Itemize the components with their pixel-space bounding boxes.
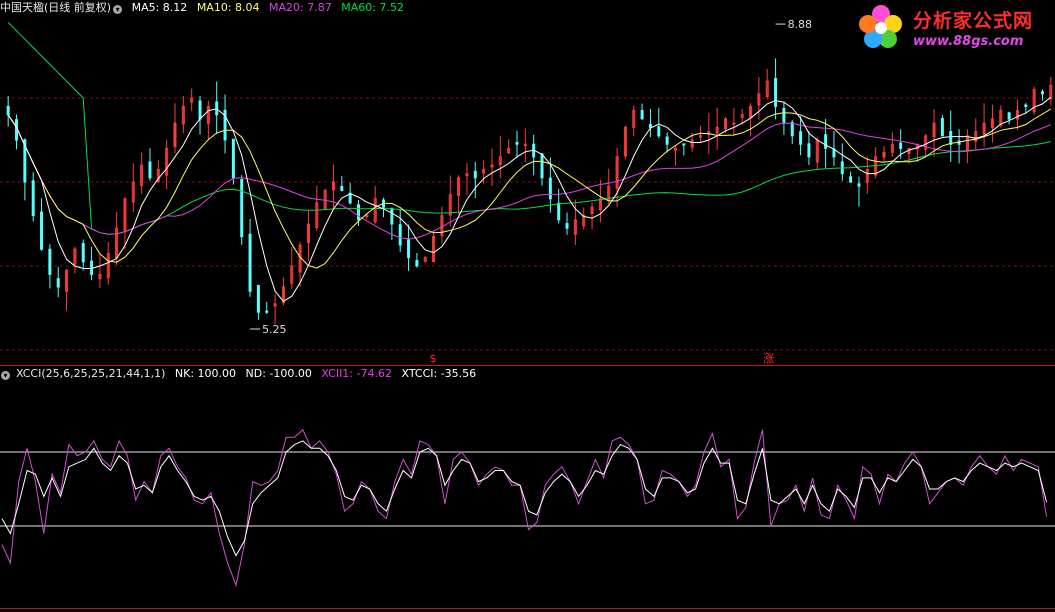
xtcci-line: [1, 440, 1048, 557]
ma20-line: [7, 114, 1051, 240]
candle-body: [1024, 104, 1028, 107]
candle-body: [198, 100, 202, 120]
candle-body: [665, 136, 669, 145]
candle-body: [340, 185, 344, 191]
candle-body: [548, 177, 552, 200]
candle-body: [215, 101, 219, 116]
price-legend: 中国天楹(日线 前复权) ▾ MA5: 8.12 MA10: 8.04 MA20:…: [0, 1, 410, 15]
candle-body: [415, 260, 419, 267]
signal-marker: 涨: [763, 352, 774, 365]
candle-body: [248, 233, 252, 292]
candle-body: [31, 180, 35, 217]
candle-body: [799, 131, 803, 145]
gear-icon[interactable]: ▾: [1, 371, 10, 380]
candle-body: [56, 278, 60, 288]
stock-title: 中国天楹(日线 前复权): [0, 1, 112, 14]
xcci1-line: [1, 428, 1048, 587]
candle-body: [682, 143, 686, 146]
candle-body: [940, 117, 944, 137]
logo-title: 分析家公式网: [913, 10, 1034, 32]
candle-body: [40, 211, 44, 250]
candle-body: [640, 109, 644, 120]
candle-body: [1007, 112, 1011, 120]
ma60-label: MA60: 7.52: [341, 1, 404, 14]
candle-body: [849, 176, 853, 183]
candle-body: [515, 141, 519, 145]
indicator-name: XCCI(25,6,25,25,21,44,1,1): [16, 367, 166, 380]
candle-body: [407, 239, 411, 259]
nd-label: ND: -100.00: [245, 367, 312, 380]
candle-body: [790, 121, 794, 137]
candle-body: [6, 105, 10, 116]
candle-body: [774, 78, 778, 107]
candle-body: [565, 223, 569, 229]
ma10-label: MA10: 8.04: [196, 1, 260, 14]
xtcci-label: XTCCI: -35.56: [401, 367, 477, 380]
candle-body: [240, 179, 244, 238]
candle-body: [365, 215, 369, 218]
candle-body: [657, 126, 661, 137]
candle-body: [390, 207, 394, 225]
candle-body: [357, 204, 361, 221]
candle-body: [857, 183, 861, 187]
candle-body: [949, 130, 953, 145]
site-logo: 分析家公式网 www.88gs.com: [855, 2, 1055, 56]
ma5-label: MA5: 8.12: [131, 1, 188, 14]
candle-body: [824, 134, 828, 149]
ma20-label: MA20: 7.87: [269, 1, 332, 14]
high-price-label: 8.88: [788, 18, 813, 31]
candle-body: [231, 138, 235, 179]
candle-body: [148, 161, 152, 179]
candle-body: [540, 153, 544, 179]
kline-chart: 8.88 5.25 $ 涨: [0, 18, 1055, 609]
candle-body: [48, 248, 52, 275]
logo-url: www.88gs.com: [913, 34, 1024, 49]
candle-body: [557, 202, 561, 221]
flower-logo-icon: [859, 5, 902, 48]
gear-icon[interactable]: ▾: [113, 5, 123, 14]
candle-body: [1040, 91, 1044, 95]
candle-body: [899, 142, 903, 149]
low-price-label: 5.25: [262, 323, 287, 336]
candle-body: [782, 107, 786, 124]
ma10-line: [7, 108, 1052, 269]
candle-body: [473, 170, 477, 179]
nk-label: NK: 100.00: [174, 367, 237, 380]
signal-marker: $: [430, 352, 437, 365]
candle-body: [732, 122, 736, 125]
indicator-legend: ▾ XCCI(25,6,25,25,21,44,1,1) NK: 100.00 N…: [0, 367, 482, 381]
candle-body: [256, 284, 260, 313]
candle-body: [81, 242, 85, 263]
ma5-line: [7, 96, 1052, 302]
xcci1-label: XCII1: -74.62: [321, 367, 392, 380]
candle-body: [648, 124, 652, 128]
candle-body: [807, 143, 811, 158]
candle-body: [398, 224, 402, 246]
candle-body: [265, 310, 269, 313]
